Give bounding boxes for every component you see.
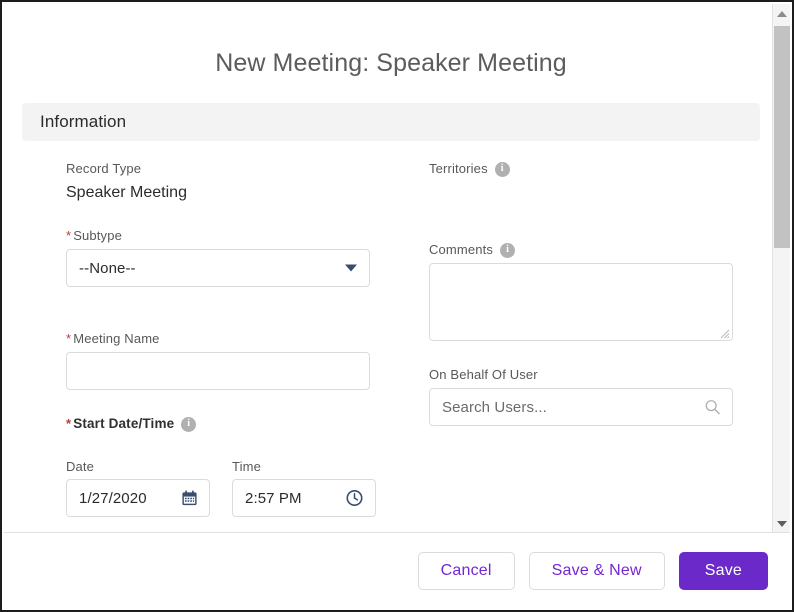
date-input[interactable]: 1/27/2020	[66, 479, 210, 517]
subtype-selected-value: --None--	[79, 259, 136, 277]
form-column-right: Territories i Comments i On Behalf Of Us…	[429, 161, 772, 517]
field-record-type: Record Type Speaker Meeting	[66, 161, 409, 204]
territories-label: Territories i	[429, 161, 772, 177]
start-date-time-label-text: Start Date/Time	[73, 416, 175, 431]
field-comments: Comments i	[429, 242, 772, 341]
field-meeting-name: * Meeting Name	[66, 331, 409, 390]
on-behalf-of-user-placeholder: Search Users...	[442, 398, 547, 416]
resize-handle-icon[interactable]	[718, 326, 730, 339]
search-icon[interactable]	[704, 399, 721, 416]
meeting-name-label: * Meeting Name	[66, 331, 409, 347]
scroll-up-arrow-icon	[776, 11, 787, 17]
modal-scroll-region[interactable]: New Meeting: Speaker Meeting Information…	[4, 4, 792, 534]
form-column-left: Record Type Speaker Meeting * Subtype --…	[66, 161, 409, 517]
date-time-row: Date 1/27/2020 Time 2:57 PM	[66, 459, 409, 517]
field-territories: Territories i	[429, 161, 772, 177]
comments-label: Comments i	[429, 242, 772, 258]
date-value: 1/27/2020	[79, 489, 147, 507]
time-subfield: Time 2:57 PM	[232, 459, 376, 517]
save-and-new-button[interactable]: Save & New	[528, 551, 665, 590]
time-input[interactable]: 2:57 PM	[232, 479, 376, 517]
scroll-down-arrow-icon	[776, 521, 787, 527]
record-type-value: Speaker Meeting	[66, 184, 187, 201]
modal-footer: Cancel Save & New Save	[4, 532, 790, 608]
date-sublabel: Date	[66, 459, 95, 474]
required-indicator: *	[66, 227, 72, 243]
field-start-date-time: * Start Date/Time i Date 1/27/2020 Time …	[66, 416, 409, 517]
on-behalf-of-user-label: On Behalf Of User	[429, 367, 772, 383]
scrollbar-thumb[interactable]	[774, 26, 790, 248]
time-sublabel: Time	[232, 459, 262, 474]
vertical-scrollbar[interactable]	[772, 4, 790, 534]
info-icon[interactable]: i	[181, 416, 197, 432]
date-subfield: Date 1/27/2020	[66, 459, 210, 517]
required-indicator: *	[66, 415, 72, 431]
record-type-label-text: Record Type	[66, 161, 142, 176]
save-button[interactable]: Save	[678, 551, 768, 590]
field-on-behalf-of-user: On Behalf Of User Search Users...	[429, 367, 772, 426]
cancel-button[interactable]: Cancel	[417, 551, 515, 590]
info-icon[interactable]: i	[494, 161, 510, 177]
record-type-label: Record Type	[66, 161, 409, 177]
new-meeting-modal: New Meeting: Speaker Meeting Information…	[0, 0, 794, 612]
chevron-down-icon	[345, 264, 357, 272]
on-behalf-of-user-label-text: On Behalf Of User	[429, 367, 538, 382]
subtype-label: * Subtype	[66, 228, 409, 244]
start-date-time-label: * Start Date/Time i	[66, 416, 409, 432]
page-title: New Meeting: Speaker Meeting	[215, 49, 567, 77]
section-header-band: Information	[22, 103, 760, 141]
scroll-down-button[interactable]	[773, 514, 790, 534]
required-indicator: *	[66, 330, 72, 346]
info-icon[interactable]: i	[500, 242, 516, 258]
comments-textarea[interactable]	[429, 263, 733, 341]
time-value: 2:57 PM	[245, 489, 302, 507]
scroll-up-button[interactable]	[773, 4, 790, 24]
territories-label-text: Territories	[429, 161, 488, 176]
form-grid: Record Type Speaker Meeting * Subtype --…	[4, 161, 792, 517]
subtype-label-text: Subtype	[73, 228, 122, 243]
calendar-icon[interactable]	[181, 490, 198, 507]
meeting-name-input[interactable]	[66, 352, 370, 390]
field-subtype: * Subtype --None--	[66, 228, 409, 287]
information-section: Information	[4, 103, 778, 141]
meeting-name-label-text: Meeting Name	[73, 331, 160, 346]
comments-label-text: Comments	[429, 242, 494, 257]
subtype-dropdown[interactable]: --None--	[66, 249, 370, 287]
on-behalf-of-user-input[interactable]: Search Users...	[429, 388, 733, 426]
section-title: Information	[40, 112, 127, 131]
clock-icon[interactable]	[345, 489, 364, 508]
